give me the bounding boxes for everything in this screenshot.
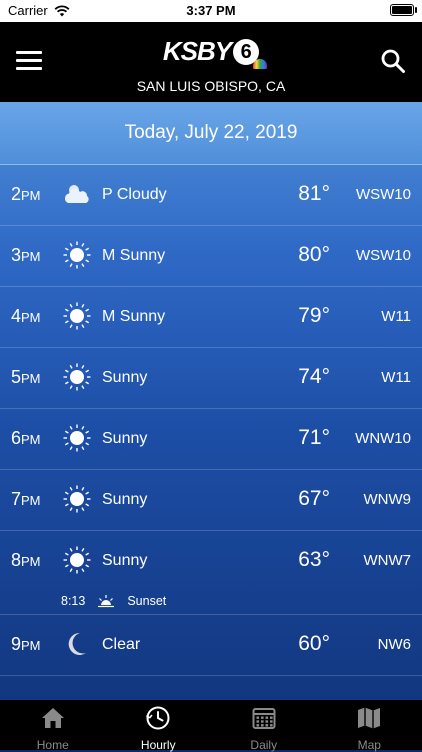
- sun-icon: [62, 301, 92, 331]
- calendar-icon: [251, 705, 277, 736]
- forecast-wind: WSW10: [356, 186, 411, 203]
- forecast-condition: Sunny: [102, 430, 147, 448]
- forecast-wind: WNW10: [355, 430, 411, 447]
- sunset-info: 8:13 Sunset: [61, 594, 166, 608]
- status-time: 3:37 PM: [0, 3, 422, 18]
- home-icon: [40, 705, 66, 736]
- app-header: KSBY6 SAN LUIS OBISPO, CA: [0, 22, 422, 102]
- forecast-hour: 7PM: [11, 489, 41, 510]
- forecast-row: 5PM Sunny 74° W11: [0, 348, 422, 409]
- forecast-temperature: 60°: [298, 632, 330, 656]
- forecast-wind: WNW7: [364, 552, 412, 569]
- station-logo: KSBY6: [0, 36, 422, 67]
- logo-text: KSBY: [163, 36, 231, 67]
- sun-icon: [62, 484, 92, 514]
- forecast-temperature: 79°: [298, 304, 330, 328]
- logo-six-icon: 6: [233, 39, 259, 65]
- forecast-row: 6PM Sunny 71° WNW10: [0, 409, 422, 470]
- forecast-temperature: 71°: [298, 426, 330, 450]
- date-header: Today, July 22, 2019: [0, 102, 422, 165]
- sun-icon: [62, 423, 92, 453]
- tab-daily[interactable]: Daily: [211, 700, 317, 750]
- search-icon: [380, 48, 406, 74]
- forecast-condition: Sunny: [102, 491, 147, 509]
- forecast-wind: W11: [381, 308, 411, 325]
- forecast-wind: W11: [381, 369, 411, 386]
- forecast-condition: M Sunny: [102, 247, 165, 265]
- tab-bar: HomeHourlyDailyMap: [0, 700, 422, 750]
- peacock-icon: [253, 59, 267, 69]
- sunset-time: 8:13: [61, 594, 85, 608]
- map-icon: [356, 705, 382, 736]
- tab-home[interactable]: Home: [0, 700, 106, 750]
- forecast-temperature: 81°: [298, 182, 330, 206]
- forecast-condition: Sunny: [102, 552, 147, 570]
- status-bar: Carrier 3:37 PM: [0, 0, 422, 22]
- sunset-label: Sunset: [127, 594, 166, 608]
- moon-icon: [62, 629, 92, 659]
- forecast-temperature: 74°: [298, 365, 330, 389]
- forecast-wind: NW6: [378, 636, 411, 653]
- clock-icon: [145, 705, 171, 736]
- forecast-row: 4PM M Sunny 79° W11: [0, 287, 422, 348]
- forecast-hour: 8PM: [11, 550, 41, 571]
- forecast-wind: WSW10: [356, 247, 411, 264]
- location-label: SAN LUIS OBISPO, CA: [0, 78, 422, 94]
- forecast-list: 2PM P Cloudy 81° WSW10 3PM M Sunny 80° WSW10 4PM…: [0, 165, 422, 676]
- forecast-row: 3PM M Sunny 80° WSW10: [0, 226, 422, 287]
- forecast-hour: 6PM: [11, 428, 41, 449]
- tab-map[interactable]: Map: [317, 700, 422, 750]
- forecast-wind: WNW9: [364, 491, 412, 508]
- forecast-temperature: 80°: [298, 243, 330, 267]
- battery-icon: [390, 4, 414, 16]
- forecast-hour: 2PM: [11, 184, 41, 205]
- forecast-condition: Sunny: [102, 369, 147, 387]
- forecast-row: 8PM Sunny 63° WNW7 8:13 Sunset: [0, 531, 422, 615]
- sunset-icon: [97, 594, 115, 608]
- partly-cloudy-icon: [62, 179, 92, 209]
- tab-hourly[interactable]: Hourly: [106, 700, 212, 750]
- sun-icon: [62, 240, 92, 270]
- forecast-hour: 9PM: [11, 634, 41, 655]
- forecast-temperature: 63°: [298, 548, 330, 572]
- forecast-hour: 5PM: [11, 367, 41, 388]
- forecast-row: 7PM Sunny 67° WNW9: [0, 470, 422, 531]
- forecast-condition: P Cloudy: [102, 186, 167, 204]
- forecast-hour: 4PM: [11, 306, 41, 327]
- forecast-row: 2PM P Cloudy 81° WSW10: [0, 165, 422, 226]
- forecast-condition: M Sunny: [102, 308, 165, 326]
- forecast-hour: 3PM: [11, 245, 41, 266]
- forecast-condition: Clear: [102, 636, 140, 654]
- search-button[interactable]: [380, 48, 406, 74]
- battery-indicator: [390, 4, 414, 16]
- sun-icon: [62, 362, 92, 392]
- hourly-forecast: Today, July 22, 2019 2PM P Cloudy 81° WSW10…: [0, 102, 422, 700]
- forecast-temperature: 67°: [298, 487, 330, 511]
- sun-icon: [62, 545, 92, 575]
- forecast-row: 9PM Clear 60° NW6: [0, 615, 422, 676]
